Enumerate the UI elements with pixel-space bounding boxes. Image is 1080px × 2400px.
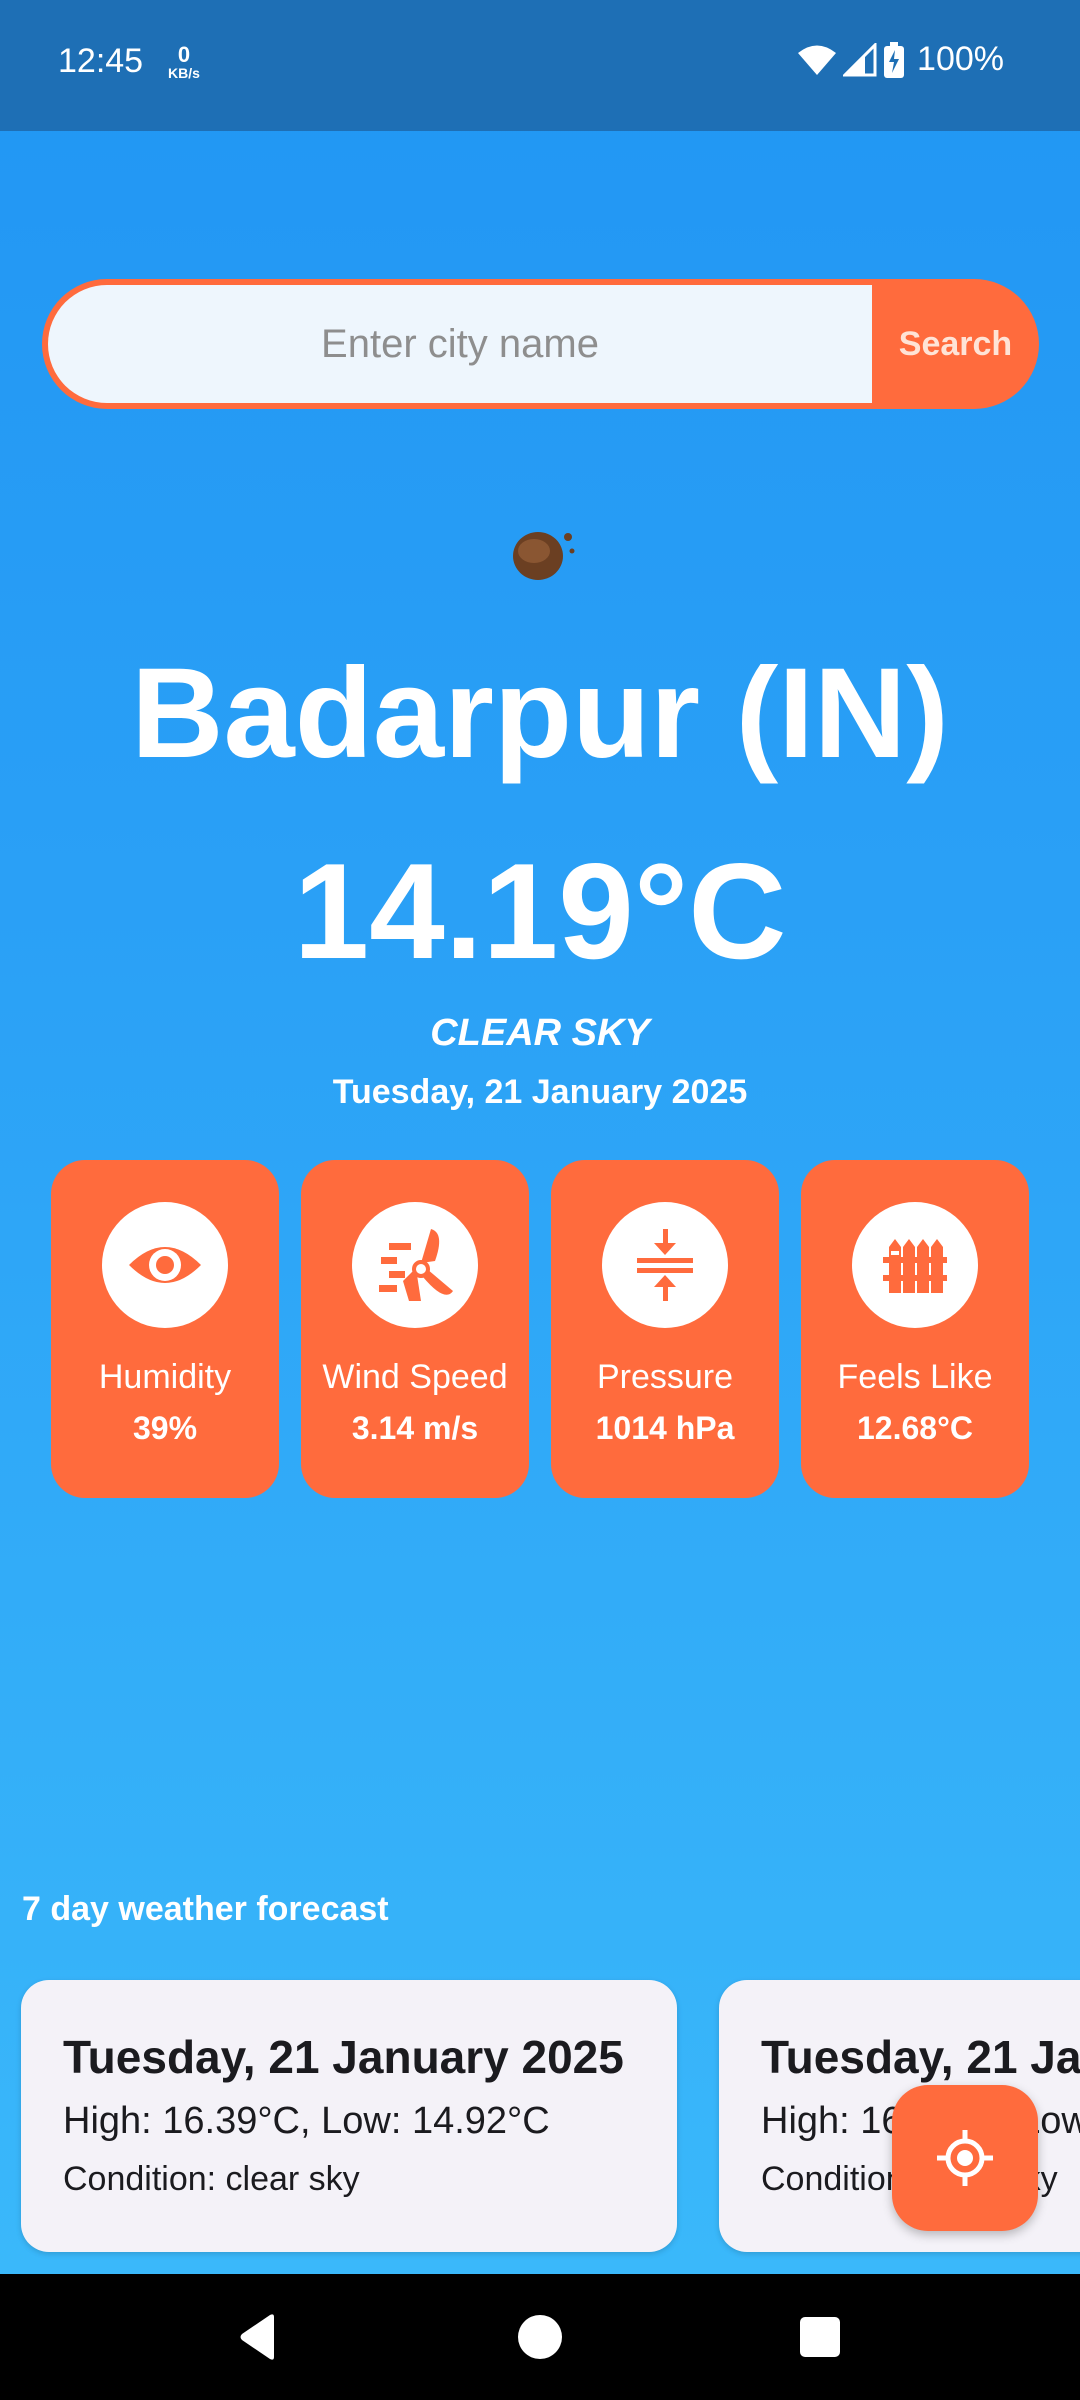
current-location-button[interactable] bbox=[892, 2085, 1038, 2231]
signal-icon bbox=[843, 42, 877, 76]
network-speed: 0 KB/s bbox=[162, 42, 206, 81]
search-button[interactable]: Search bbox=[872, 279, 1039, 409]
home-circle-icon bbox=[518, 2315, 562, 2359]
weather-screen: 12:45 0 KB/s 100% Search bbox=[0, 0, 1080, 2400]
forecast-high-low: High: 16.39°C, Low: 14.92°C bbox=[63, 2100, 550, 2142]
recents-button[interactable] bbox=[790, 2307, 850, 2367]
wind-turbine-icon bbox=[352, 1202, 478, 1328]
status-bar: 12:45 0 KB/s 100% bbox=[0, 0, 1080, 131]
wind-speed-card: Wind Speed 3.14 m/s bbox=[301, 1160, 529, 1498]
back-button[interactable] bbox=[230, 2307, 290, 2367]
system-navigation-bar bbox=[0, 2274, 1080, 2400]
pressure-value: 1014 hPa bbox=[595, 1410, 735, 1446]
forecast-date: Tuesday, 21 January 2025 bbox=[63, 2031, 624, 2083]
city-search-input[interactable] bbox=[48, 285, 872, 403]
forecast-card[interactable]: Tuesday, 21 January 2025 High: 16.39°C, … bbox=[21, 1980, 677, 2252]
status-icons: 100% bbox=[797, 40, 1004, 79]
home-button[interactable] bbox=[510, 2307, 570, 2367]
network-speed-unit: KB/s bbox=[168, 65, 200, 81]
city-name: Badarpur (IN) bbox=[131, 642, 949, 785]
back-triangle-icon bbox=[240, 2314, 274, 2360]
pressure-label: Pressure bbox=[596, 1358, 734, 1396]
wifi-icon bbox=[798, 45, 837, 75]
wind-speed-label: Wind Speed bbox=[322, 1358, 508, 1396]
battery-percent: 100% bbox=[917, 40, 1004, 78]
current-temperature: 14.19°C bbox=[293, 835, 787, 987]
status-time: 12:45 bbox=[58, 42, 144, 80]
feels-like-label: Feels Like bbox=[837, 1358, 993, 1396]
network-speed-value: 0 bbox=[177, 42, 191, 67]
wind-speed-value: 3.14 m/s bbox=[351, 1410, 479, 1446]
battery-charging-icon bbox=[884, 41, 905, 78]
forecast-condition: Condition: clear sky bbox=[63, 2160, 360, 2198]
search-bar: Search bbox=[42, 279, 1039, 409]
pressure-card: Pressure 1014 hPa bbox=[551, 1160, 779, 1498]
compress-icon bbox=[602, 1202, 728, 1328]
recents-square-icon bbox=[800, 2317, 840, 2357]
clear-sky-icon bbox=[513, 532, 575, 580]
weather-condition: CLEAR SKY bbox=[430, 1012, 650, 1054]
humidity-value: 39% bbox=[132, 1410, 198, 1446]
feels-like-card: Feels Like 12.68°C bbox=[801, 1160, 1029, 1498]
humidity-card: Humidity 39% bbox=[51, 1160, 279, 1498]
forecast-title: 7 day weather forecast bbox=[22, 1890, 389, 1928]
humidity-label: Humidity bbox=[98, 1358, 232, 1396]
fence-icon bbox=[852, 1202, 978, 1328]
my-location-icon bbox=[937, 2130, 993, 2186]
forecast-date: Tuesday, 21 January 2025 bbox=[761, 2031, 1080, 2083]
current-date: Tuesday, 21 January 2025 bbox=[332, 1073, 748, 1111]
eye-icon bbox=[102, 1202, 228, 1328]
feels-like-value: 12.68°C bbox=[857, 1410, 973, 1446]
